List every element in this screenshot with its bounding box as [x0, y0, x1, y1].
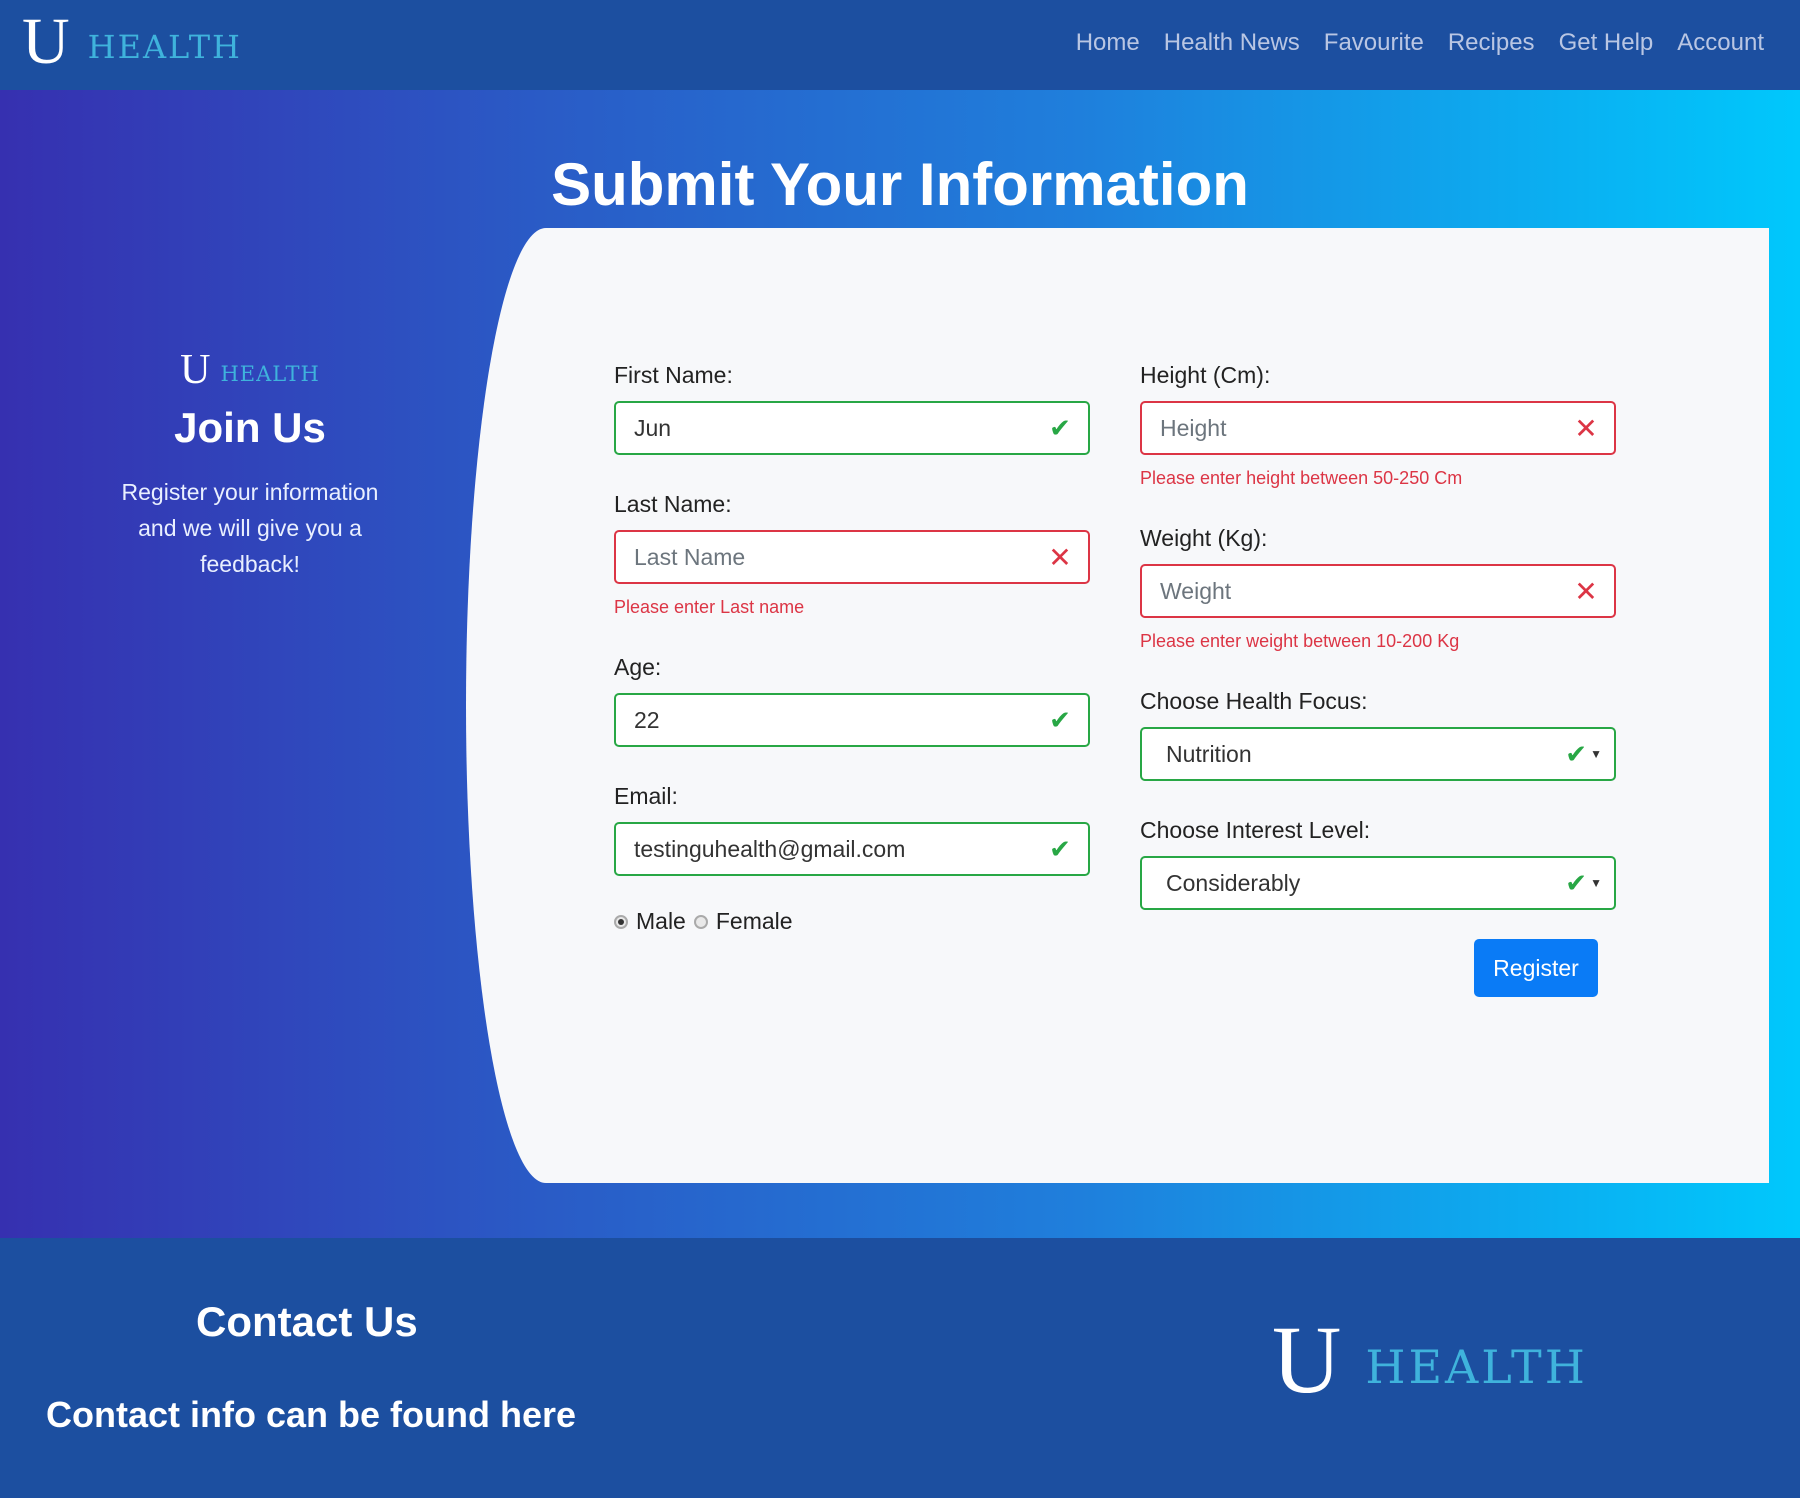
brand-logo-u: U	[22, 5, 70, 78]
weight-placeholder: Weight	[1160, 577, 1232, 604]
age-value: 22	[634, 706, 660, 733]
height-label: Height (Cm):	[1140, 362, 1271, 388]
caret-down-icon: ▼	[1590, 747, 1602, 761]
last-name-placeholder: Last Name	[634, 543, 746, 570]
x-icon: ✕	[1574, 412, 1598, 444]
x-icon: ✕	[1048, 541, 1072, 573]
gender-label-female: Female	[715, 908, 793, 934]
weight-field[interactable]: Weight ✕	[1140, 564, 1616, 618]
height-placeholder: Height	[1160, 414, 1227, 441]
last-name-label: Last Name:	[614, 491, 732, 517]
x-icon: ✕	[1574, 575, 1598, 607]
page-title: Submit Your Information	[551, 151, 1249, 218]
weight-label: Weight (Kg):	[1140, 525, 1268, 551]
footer: Contact Us Contact info can be found her…	[0, 1238, 1800, 1498]
join-description-line: and we will give you a	[138, 515, 362, 541]
nav-link-home[interactable]: Home	[1076, 29, 1140, 57]
height-field[interactable]: Height ✕	[1140, 401, 1616, 455]
navbar: U HEALTH Home Health News Favourite Reci…	[0, 0, 1800, 90]
last-name-error: Please enter Last name	[614, 597, 805, 617]
caret-down-icon: ▼	[1590, 876, 1602, 890]
nav-link-health-news[interactable]: Health News	[1164, 29, 1300, 57]
footer-logo: U HEALTH	[1272, 1306, 1588, 1413]
footer-logo-health: HEALTH	[1365, 1340, 1588, 1394]
gender-label-male: Male	[636, 908, 686, 934]
checkmark-icon: ✔	[1049, 833, 1071, 864]
age-label: Age:	[614, 654, 662, 680]
health-focus-select[interactable]: Nutrition ✔ ▼	[1140, 727, 1616, 781]
join-description: Register your information and we will gi…	[100, 474, 400, 582]
nav-link-recipes[interactable]: Recipes	[1448, 29, 1535, 57]
age-field[interactable]: 22 ✔	[614, 693, 1090, 747]
brand-logo[interactable]: U HEALTH	[22, 5, 242, 78]
health-focus-value: Nutrition	[1166, 740, 1252, 767]
nav-link-favourite[interactable]: Favourite	[1324, 29, 1424, 57]
checkmark-icon: ✔	[1049, 704, 1071, 735]
nav-link-account[interactable]: Account	[1677, 29, 1764, 57]
first-name-label: First Name:	[614, 362, 733, 388]
interest-level-select[interactable]: Considerably ✔ ▼	[1140, 856, 1616, 910]
join-logo: U HEALTH	[100, 347, 400, 393]
footer-logo-u: U	[1272, 1306, 1342, 1413]
weight-error: Please enter weight between 10-200 Kg	[1140, 631, 1460, 651]
hero-section: Submit Your Information U HEALTH Join Us…	[0, 90, 1800, 1238]
nav-links: Home Health News Favourite Recipes Get H…	[1076, 29, 1764, 57]
last-name-field[interactable]: Last Name ✕	[614, 530, 1090, 584]
email-value: testinguhealth@gmail.com	[634, 835, 906, 862]
height-error: Please enter height between 50-250 Cm	[1140, 468, 1463, 488]
join-description-line: feedback!	[200, 551, 300, 577]
email-field[interactable]: testinguhealth@gmail.com ✔	[614, 822, 1090, 876]
registration-form: First Name: Jun ✔ Last Name: Last Name ✕…	[466, 228, 1769, 1183]
first-name-field[interactable]: Jun ✔	[614, 401, 1090, 455]
gender-radio-group: Male Female	[614, 908, 801, 935]
interest-level-value: Considerably	[1166, 869, 1301, 896]
join-logo-u: U	[180, 347, 211, 393]
health-focus-label: Choose Health Focus:	[1140, 688, 1368, 714]
interest-level-label: Choose Interest Level:	[1140, 817, 1371, 843]
register-button[interactable]: Register	[1474, 939, 1598, 997]
nav-link-get-help[interactable]: Get Help	[1559, 29, 1654, 57]
gender-radio-male[interactable]	[614, 914, 628, 929]
email-label: Email:	[614, 783, 678, 809]
join-title: Join Us	[174, 404, 326, 451]
join-description-line: Register your information	[121, 479, 379, 505]
brand-logo-health: HEALTH	[87, 28, 242, 66]
join-panel: U HEALTH Join Us Register your informati…	[100, 347, 400, 582]
contact-title: Contact Us	[196, 1298, 418, 1345]
gender-radio-female[interactable]	[693, 914, 708, 929]
checkmark-icon: ✔	[1049, 412, 1071, 443]
first-name-value: Jun	[634, 414, 672, 441]
contact-info: Contact info can be found here	[46, 1394, 577, 1435]
join-logo-health: HEALTH	[220, 362, 320, 386]
